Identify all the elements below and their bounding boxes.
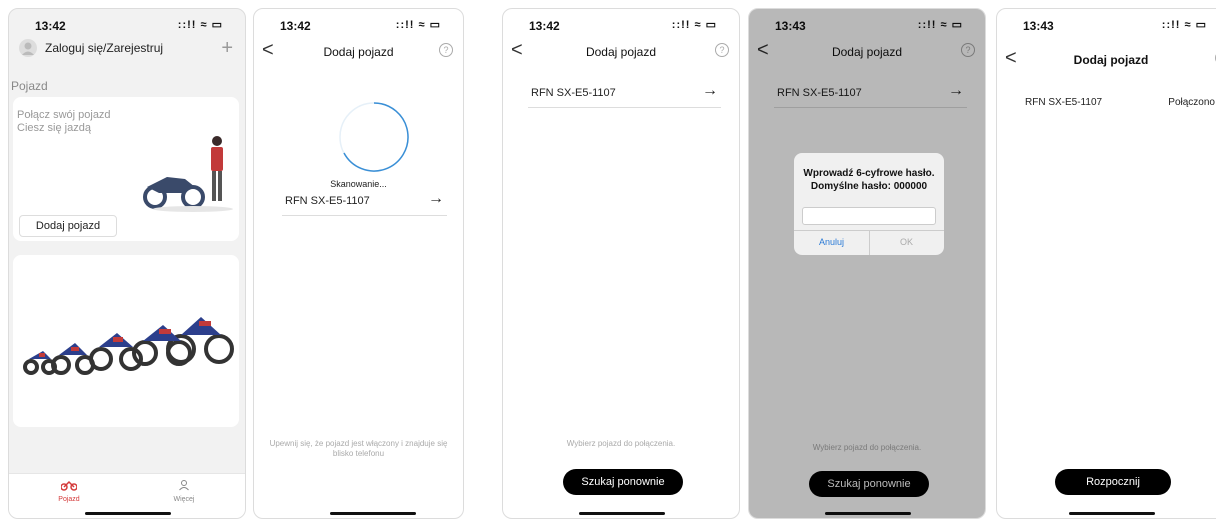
home-indicator — [1069, 512, 1155, 515]
phone-password-screen: 13:43 ::!! ≈ ▭ < Dodaj pojazd ? RFN SX-E… — [748, 8, 986, 519]
phone-home-screen: 13:42 ::!! ≈ ▭ Zaloguj się/Zarejestruj +… — [8, 8, 246, 519]
user-icon — [179, 480, 189, 491]
tab-more-label: Więcej — [173, 496, 195, 503]
rider-illustration — [143, 136, 233, 212]
arrow-right-icon: → — [702, 82, 718, 99]
tab-vehicle[interactable]: Pojazd — [49, 478, 89, 503]
status-icons: ::!! ≈ ▭ — [177, 19, 223, 31]
status-time: 13:42 — [529, 19, 560, 33]
nav-bar: < Dodaj pojazd ? — [997, 47, 1216, 73]
home-indicator — [330, 512, 416, 515]
phone-select-screen: 13:42 ::!! ≈ ▭ < Dodaj pojazd ? RFN SX-E… — [502, 8, 740, 519]
card-line2: Ciesz się jazdą — [17, 122, 91, 134]
nav-bar: < Dodaj pojazd ? — [503, 39, 739, 65]
add-vehicle-button[interactable]: Dodaj pojazd — [19, 215, 117, 237]
password-dialog: Wprowadź 6-cyfrowe hasło. Domyślne hasło… — [794, 153, 944, 255]
status-bar: 13:42 ::!! ≈ ▭ — [254, 9, 463, 39]
help-icon[interactable]: ? — [715, 43, 729, 57]
status-bar: 13:42 ::!! ≈ ▭ — [9, 9, 245, 39]
cancel-button[interactable]: Anuluj — [794, 237, 869, 247]
nav-bar: < Dodaj pojazd ? — [254, 39, 463, 65]
ok-button[interactable]: OK — [869, 237, 944, 247]
login-row[interactable]: Zaloguj się/Zarejestruj — [19, 39, 219, 61]
tab-vehicle-label: Pojazd — [58, 496, 80, 503]
device-name: RFN SX-E5-1107 — [285, 195, 370, 207]
scan-hint: Upewnij się, że pojazd jest włączony i z… — [269, 439, 448, 458]
status-icons: ::!! ≈ ▭ — [395, 19, 441, 31]
dialog-buttons: Anuluj OK — [794, 230, 944, 255]
card-line1: Połącz swój pojazd — [17, 109, 111, 121]
arrow-right-icon: → — [428, 190, 444, 207]
device-name: RFN SX-E5-1107 — [1025, 97, 1103, 108]
dialog-line2: Domyślne hasło: 000000 — [810, 181, 928, 192]
rescan-button[interactable]: Szukaj ponownie — [563, 469, 683, 495]
scanning-text: Skanowanie... — [330, 179, 387, 189]
tab-more[interactable]: Więcej — [164, 478, 204, 503]
status-time: 13:42 — [280, 19, 311, 33]
status-icons: ::!! ≈ ▭ — [1161, 19, 1207, 31]
phone-connected-screen: 13:43 ::!! ≈ ▭ < Dodaj pojazd ? RFN SX-E… — [996, 8, 1216, 519]
dialog-message: Wprowadź 6-cyfrowe hasło. Domyślne hasło… — [794, 167, 944, 193]
bikes-image — [23, 317, 234, 375]
start-button[interactable]: Rozpocznij — [1055, 469, 1171, 495]
add-plus-button[interactable]: + — [221, 37, 233, 60]
add-vehicle-card: Połącz swój pojazd Ciesz się jazdą Dodaj… — [13, 97, 239, 241]
login-link[interactable]: Zaloguj się/Zarejestruj — [45, 41, 163, 55]
device-row[interactable]: RFN SX-E5-1107 → — [282, 190, 447, 216]
connected-device-row[interactable]: RFN SX-E5-1107 Połączono — [1022, 95, 1215, 117]
section-title: Pojazd — [11, 79, 48, 93]
status-icons: ::!! ≈ ▭ — [671, 19, 717, 31]
status-time: 13:43 — [1023, 19, 1054, 33]
status-time: 13:42 — [35, 19, 66, 33]
status-bar: 13:43 ::!! ≈ ▭ — [997, 9, 1216, 39]
avatar-icon — [19, 39, 37, 57]
page-title: Dodaj pojazd — [1073, 53, 1149, 67]
page-title: Dodaj pojazd — [323, 45, 394, 59]
motorcycle-icon — [60, 480, 78, 491]
help-icon[interactable]: ? — [439, 43, 453, 57]
scanning-spinner-icon — [339, 102, 409, 172]
select-hint: Wybierz pojazd do połączenia. — [566, 439, 676, 448]
home-indicator — [85, 512, 171, 515]
password-input[interactable] — [802, 207, 936, 225]
page-title: Dodaj pojazd — [585, 45, 657, 59]
modal-overlay — [749, 9, 985, 518]
status-bar: 13:42 ::!! ≈ ▭ — [503, 9, 739, 39]
connection-status: Połączono — [1168, 97, 1215, 108]
phone-scanning-screen: 13:42 ::!! ≈ ▭ < Dodaj pojazd ? Skanowan… — [253, 8, 464, 519]
bikes-banner[interactable] — [13, 255, 239, 427]
device-name: RFN SX-E5-1107 — [531, 87, 616, 99]
device-row[interactable]: RFN SX-E5-1107 → — [528, 82, 721, 108]
home-indicator — [579, 512, 665, 515]
dialog-line1: Wprowadź 6-cyfrowe hasło. — [803, 168, 935, 179]
